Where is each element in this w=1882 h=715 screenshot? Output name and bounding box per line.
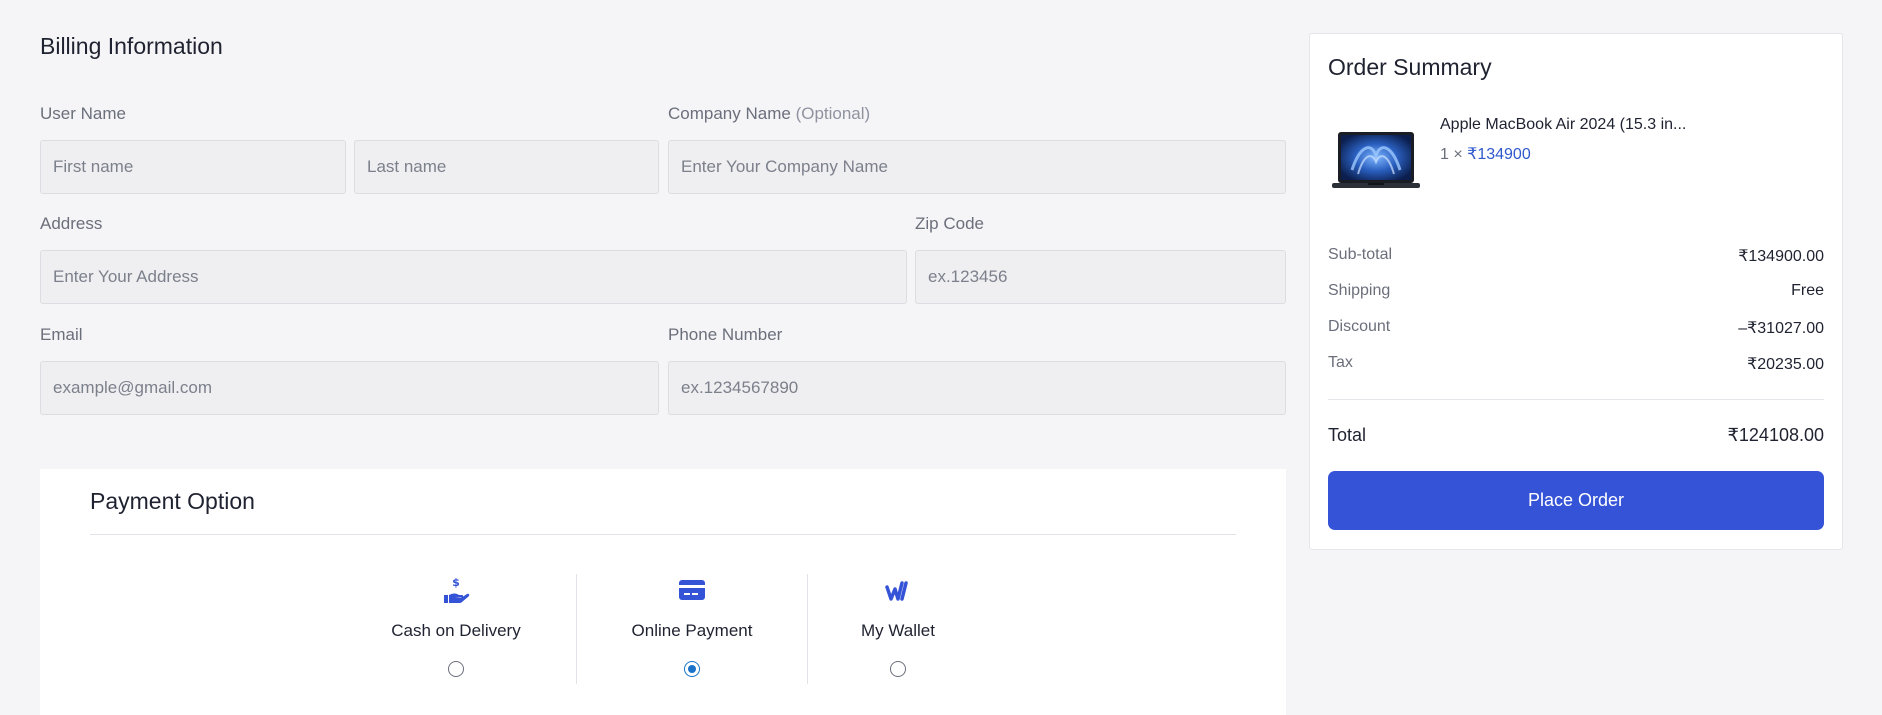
discount-row: Discount –₹31027.00 [1328,318,1824,338]
phone-number-input[interactable] [668,361,1286,415]
my-wallet-radio[interactable] [890,661,906,677]
company-name-input[interactable] [668,140,1286,194]
row-value: ₹20235.00 [1747,356,1824,373]
payment-option-cash[interactable]: $ Cash on Delivery [356,574,556,677]
product-quantity-price: 1 × ₹134900 [1440,144,1531,164]
total-value: ₹124108.00 [1727,425,1824,445]
row-label: Sub-total [1328,246,1393,263]
product-price: ₹134900 [1467,146,1531,163]
product-name: Apple MacBook Air 2024 (15.3 in... [1440,116,1687,133]
payment-option-title: Payment Option [90,488,255,514]
phone-number-label: Phone Number [668,325,783,344]
payment-option-online[interactable]: Online Payment [592,574,792,677]
address-label: Address [40,214,103,233]
row-value: –₹31027.00 [1738,320,1824,337]
first-name-input[interactable] [40,140,346,194]
place-order-button[interactable]: Place Order [1328,471,1824,530]
tax-row: Tax ₹20235.00 [1328,354,1824,374]
subtotal-row: Sub-total ₹134900.00 [1328,246,1824,266]
company-name-label: Company Name (Optional) [668,104,870,124]
laptop-image [1332,130,1420,192]
zip-code-input[interactable] [915,250,1286,304]
row-label: Shipping [1328,282,1391,299]
credit-card-icon [592,574,792,606]
company-label-text: Company Name [668,104,791,123]
row-value: Free [1791,282,1824,299]
row-label: Tax [1328,354,1353,371]
order-summary-card: Order Summary Apple MacBook Air 2024 (15… [1309,33,1843,550]
wallet-logo-icon [798,574,998,606]
row-value: ₹134900.00 [1738,248,1824,265]
last-name-input[interactable] [354,140,659,194]
payment-option-section: Payment Option $ Cash on Delivery Online… [40,469,1286,715]
address-input[interactable] [40,250,907,304]
order-summary-title: Order Summary [1328,54,1492,80]
total-row: Total ₹124108.00 [1328,425,1824,446]
product-quantity: 1 × [1440,146,1463,163]
payment-option-wallet[interactable]: My Wallet [798,574,998,677]
payment-option-label: Online Payment [631,621,753,640]
row-label: Discount [1328,318,1391,335]
cash-hand-icon: $ [356,574,556,606]
svg-text:$: $ [452,576,460,589]
payment-option-label: My Wallet [861,621,935,640]
payment-option-label: Cash on Delivery [391,621,521,640]
divider [90,534,1236,535]
option-separator [576,574,577,684]
online-payment-radio[interactable] [684,661,700,677]
user-name-label: User Name [40,104,126,123]
total-label: Total [1328,425,1367,445]
optional-tag: (Optional) [795,104,871,123]
cash-on-delivery-radio[interactable] [448,661,464,677]
shipping-row: Shipping Free [1328,282,1824,300]
zip-code-label: Zip Code [915,214,984,233]
divider [1328,399,1824,400]
email-label: Email [40,325,83,344]
email-input[interactable] [40,361,659,415]
billing-title: Billing Information [40,33,223,59]
